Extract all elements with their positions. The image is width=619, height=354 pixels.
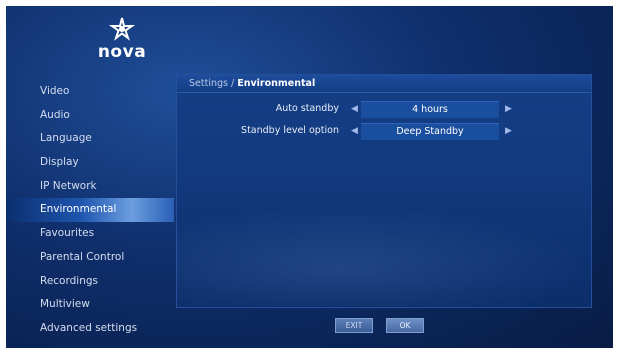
exit-button[interactable]: EXIT [335,318,373,333]
sidebar-item-multiview[interactable]: Multiview [6,293,174,317]
nova-logo: nova [74,16,170,74]
arrow-right-icon[interactable]: ▶ [505,123,512,139]
tv-screen: nova Video Audio Language Display IP Net… [6,6,613,348]
sidebar-item-environmental[interactable]: Environmental [6,198,174,223]
brand-name: nova [97,42,147,62]
sidebar-item-favourites[interactable]: Favourites [6,222,174,246]
breadcrumb: Settings / Environmental [177,75,591,93]
setting-row-standby-level[interactable]: Standby level option ◀ Deep Standby ▶ [177,123,591,140]
setting-value-selector[interactable]: Deep Standby [361,123,499,140]
sidebar-item-advanced-settings[interactable]: Advanced settings [6,317,174,341]
setting-label: Standby level option [241,125,339,136]
settings-panel: Settings / Environmental Auto standby ◀ … [176,74,592,308]
setting-row-auto-standby[interactable]: Auto standby ◀ 4 hours ▶ [177,101,591,118]
sidebar-item-ip-network[interactable]: IP Network [6,175,174,199]
arrow-left-icon[interactable]: ◀ [351,123,358,139]
arrow-right-icon[interactable]: ▶ [505,101,512,117]
settings-sidebar: Video Audio Language Display IP Network … [6,80,174,341]
sidebar-item-audio[interactable]: Audio [6,104,174,128]
ok-button[interactable]: OK [386,318,424,333]
sidebar-item-recordings[interactable]: Recordings [6,270,174,294]
setting-label: Auto standby [275,103,339,114]
sidebar-item-parental-control[interactable]: Parental Control [6,246,174,270]
sidebar-item-video[interactable]: Video [6,80,174,104]
setting-value-selector[interactable]: 4 hours [361,101,499,118]
breadcrumb-separator: / [227,78,238,89]
arrow-left-icon[interactable]: ◀ [351,101,358,117]
sidebar-item-language[interactable]: Language [6,127,174,151]
nova-star-logo-icon [109,17,135,41]
breadcrumb-root: Settings [189,78,228,89]
breadcrumb-current: Environmental [237,78,316,89]
sidebar-item-display[interactable]: Display [6,151,174,175]
